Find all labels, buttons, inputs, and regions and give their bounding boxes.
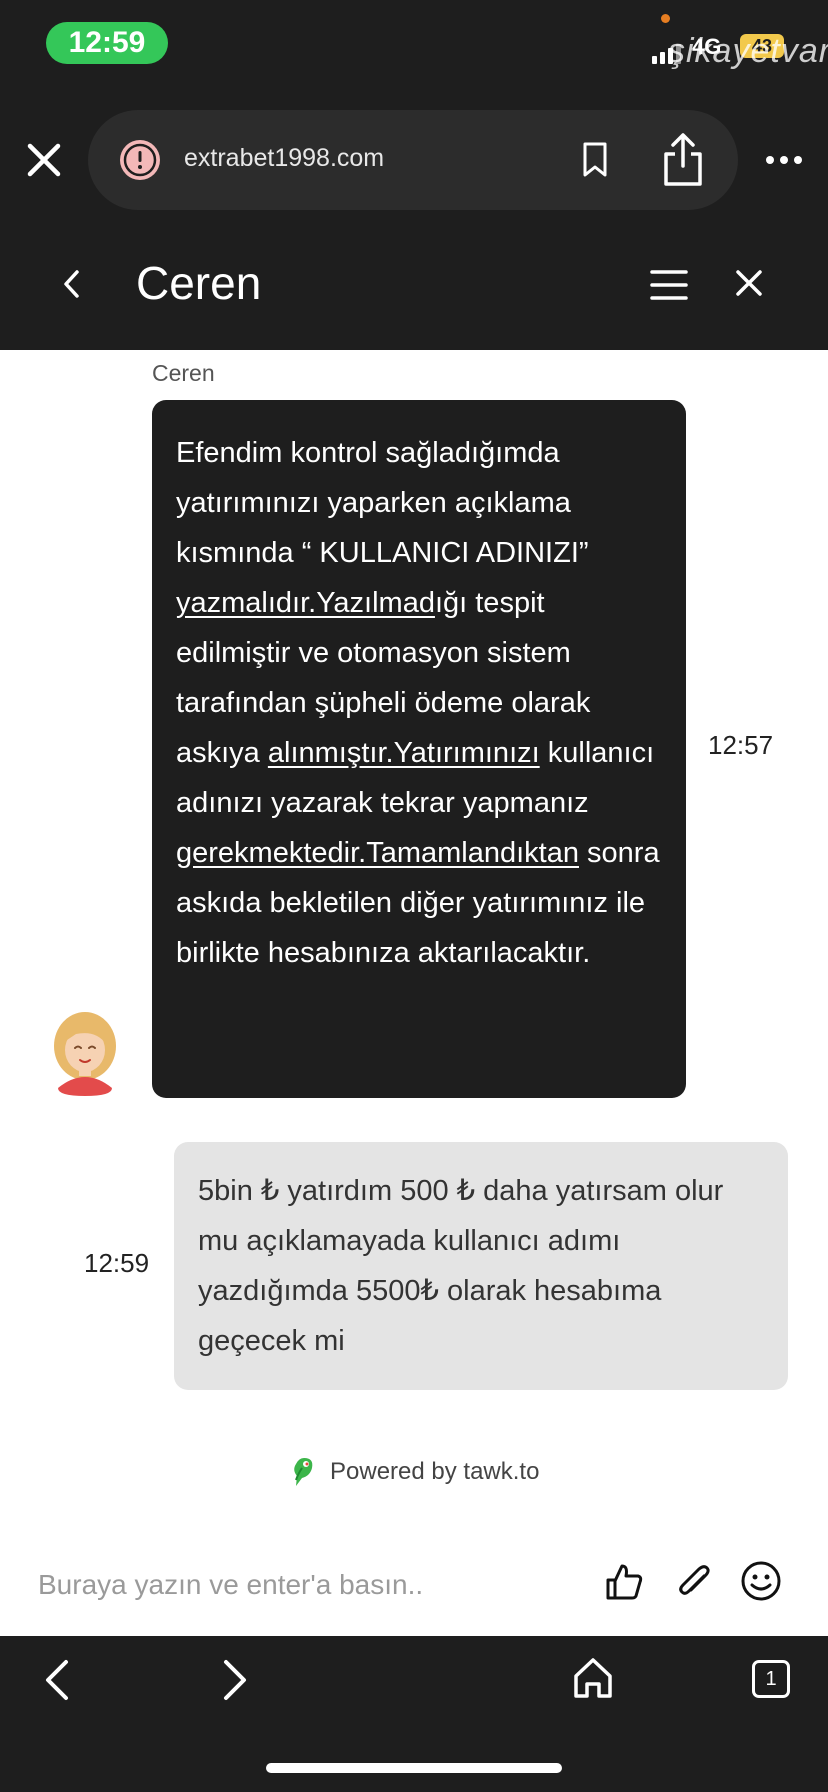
agent-message-bubble: Efendim kontrol sağladığımda yatırımınız…: [152, 400, 686, 1098]
message-input[interactable]: [36, 1562, 560, 1608]
emoji-icon[interactable]: [740, 1560, 782, 1602]
tabs-icon[interactable]: 1: [752, 1660, 790, 1698]
agent-message-text: Efendim kontrol sağladığımda yatırımınız…: [176, 437, 660, 969]
close-icon[interactable]: [22, 138, 66, 182]
tawk-logo-icon: [294, 1458, 313, 1486]
chevron-left-icon[interactable]: [56, 266, 88, 302]
more-icon[interactable]: [764, 150, 804, 170]
url-text[interactable]: extrabet1998.com: [184, 144, 384, 173]
forward-icon[interactable]: [220, 1658, 250, 1702]
watermark-dot: [661, 14, 670, 23]
user-message-text: 5bin ₺ yatırdım 500 ₺ daha yatırsam olur…: [198, 1175, 724, 1357]
status-time: 12:59: [46, 22, 168, 64]
watermark: şikayetvar: [668, 32, 828, 70]
menu-icon[interactable]: [650, 268, 688, 302]
home-indicator[interactable]: [266, 1763, 562, 1773]
message-time: 12:59: [84, 1248, 150, 1278]
thumbs-up-icon[interactable]: [604, 1562, 644, 1602]
share-icon[interactable]: [660, 132, 706, 188]
warning-icon[interactable]: [118, 138, 162, 182]
powered-by-link[interactable]: Powered by tawk.to: [290, 1456, 539, 1488]
user-message-bubble: 5bin ₺ yatırdım 500 ₺ daha yatırsam olur…: [174, 1142, 788, 1390]
message-sender: Ceren: [152, 360, 215, 386]
paperclip-icon[interactable]: [674, 1562, 714, 1602]
bookmark-icon[interactable]: [580, 140, 610, 180]
home-icon[interactable]: [572, 1656, 614, 1700]
powered-by-text[interactable]: Powered by tawk.to: [330, 1458, 539, 1486]
message-time: 12:57: [708, 730, 774, 760]
back-icon[interactable]: [42, 1658, 72, 1702]
chat-title: Ceren: [136, 257, 262, 309]
close-chat-icon[interactable]: [734, 268, 764, 298]
avatar: [54, 1012, 116, 1096]
